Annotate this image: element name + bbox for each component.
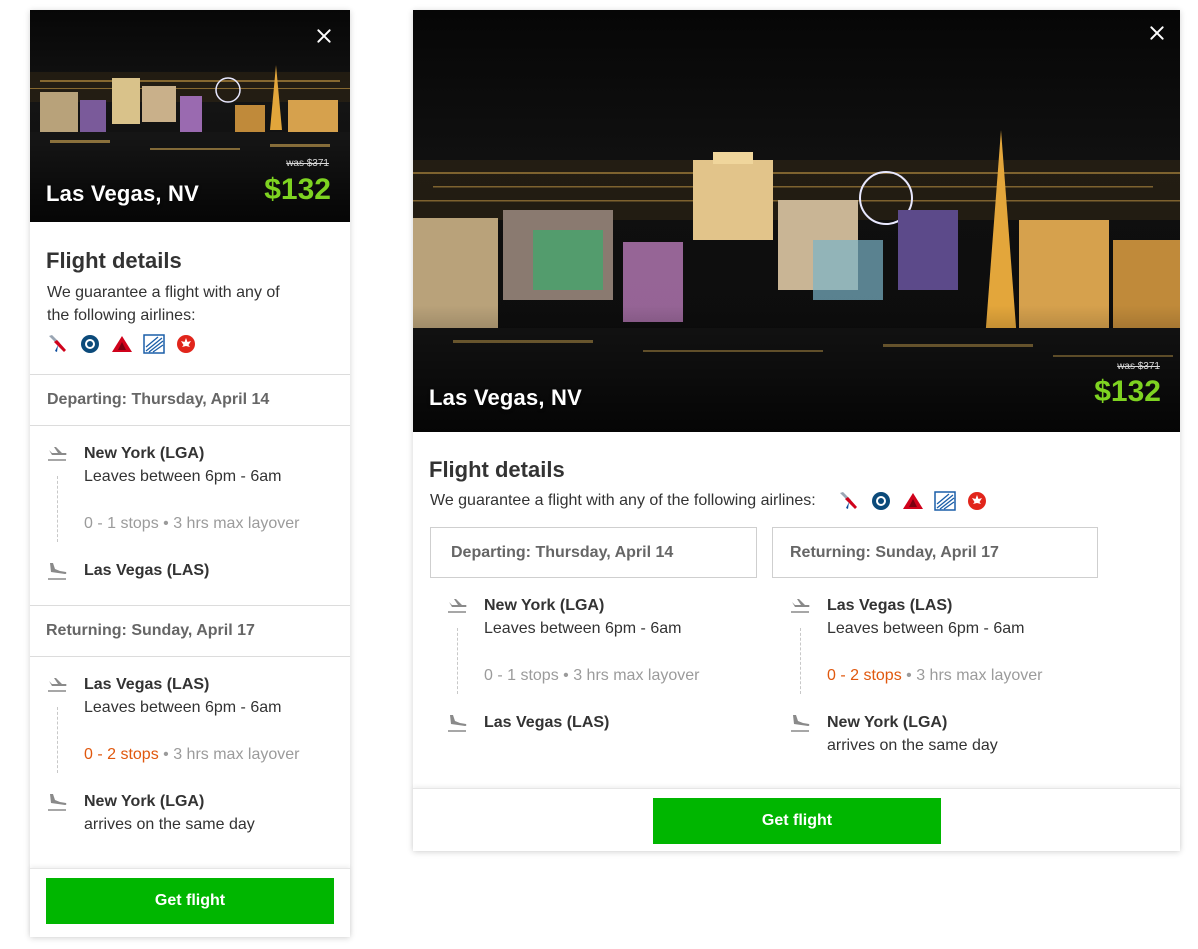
alaska-airlines-icon [81,335,99,353]
layover-info: • 3 hrs max layover [906,667,1043,684]
airline-guarantee-text: We guarantee a flight with any of the fo… [47,284,280,324]
arrival-note: arrives on the same day [827,737,998,754]
get-flight-button[interactable]: Get flight [653,798,941,844]
returning-leg: Las Vegas (LAS) Leaves between 6pm - 6am… [30,657,350,857]
landing-icon [791,715,810,732]
delta-icon [112,336,132,352]
airline-logos [47,333,207,355]
takeoff-icon [791,599,810,613]
united-icon [143,334,165,354]
arrival-airport: New York (LGA) [84,793,205,810]
close-icon[interactable] [312,24,336,48]
close-icon[interactable] [1145,21,1169,45]
destination-city: Las Vegas, NV [46,181,200,206]
departing-header: Departing: Thursday, April 14 [430,527,757,578]
stops-count: 0 - 2 stops [84,746,159,763]
departing-leg: New York (LGA) Leaves between 6pm - 6am … [30,426,350,606]
deal-price: $132 [264,173,331,206]
arrival-note: arrives on the same day [84,816,255,833]
layover-info: • 3 hrs max layover [163,515,300,532]
stops-count: 0 - 1 stops [484,667,559,684]
route-line [457,628,458,694]
american-airlines-icon [49,335,66,352]
stops-info: 0 - 2 stops • 3 hrs max layover [84,746,299,764]
landing-icon [448,715,467,732]
american-airlines-icon [840,492,857,509]
flight-deal-card-desktop: Las Vegas, NV was $371 $132 Flight detai… [413,10,1180,851]
takeoff-icon [48,678,67,692]
stops-info: 0 - 1 stops • 3 hrs max layover [484,667,699,685]
returning-header: Returning: Sunday, April 17 [772,527,1098,578]
flight-details-title: Flight details [46,248,182,273]
takeoff-icon [448,599,467,613]
air-canada-icon [177,335,195,353]
stops-count: 0 - 2 stops [827,667,902,684]
airline-logos [838,490,998,512]
flight-details-title: Flight details [429,457,565,482]
landing-icon [48,794,67,811]
hero-image: Las Vegas, NV was $371 $132 [413,10,1180,432]
stops-info: 0 - 1 stops • 3 hrs max layover [84,515,299,533]
original-price: was $371 [1117,361,1160,372]
card-footer: Get flight [30,868,350,937]
air-canada-icon [968,492,986,510]
layover-info: • 3 hrs max layover [163,746,300,763]
returning-leg: Las Vegas (LAS) Leaves between 6pm - 6am… [773,578,1100,778]
landing-icon [48,563,67,580]
route-line [57,707,58,773]
get-flight-button[interactable]: Get flight [46,878,334,924]
departure-airport: Las Vegas (LAS) [827,597,953,614]
departure-window: Leaves between 6pm - 6am [84,468,282,485]
departing-leg: New York (LGA) Leaves between 6pm - 6am … [430,578,757,778]
layover-info: • 3 hrs max layover [563,667,700,684]
alaska-airlines-icon [872,492,890,510]
deal-price: $132 [1094,375,1161,408]
stops-count: 0 - 1 stops [84,515,159,532]
departure-window: Leaves between 6pm - 6am [484,620,682,637]
flight-deal-card-mobile: Las Vegas, NV was $371 $132 Flight detai… [30,10,350,937]
departure-airport: New York (LGA) [484,597,605,614]
stops-info: 0 - 2 stops • 3 hrs max layover [827,667,1042,685]
departure-airport: New York (LGA) [84,445,205,462]
returning-header: Returning: Sunday, April 17 [30,605,350,657]
departure-window: Leaves between 6pm - 6am [827,620,1025,637]
route-line [57,476,58,542]
arrival-airport: Las Vegas (LAS) [484,714,610,731]
destination-city: Las Vegas, NV [429,385,583,410]
arrival-airport: Las Vegas (LAS) [84,562,210,579]
las-vegas-skyline-image [413,10,1180,432]
airline-guarantee-text: We guarantee a flight with any of the fo… [430,492,816,509]
card-footer: Get flight [413,788,1180,851]
hero-image: Las Vegas, NV was $371 $132 [30,10,350,222]
departure-window: Leaves between 6pm - 6am [84,699,282,716]
departure-airport: Las Vegas (LAS) [84,676,210,693]
united-icon [934,491,956,511]
takeoff-icon [48,447,67,461]
delta-icon [903,493,923,509]
arrival-airport: New York (LGA) [827,714,948,731]
departing-header: Departing: Thursday, April 14 [30,374,350,426]
route-line [800,628,801,694]
original-price: was $371 [286,158,329,169]
